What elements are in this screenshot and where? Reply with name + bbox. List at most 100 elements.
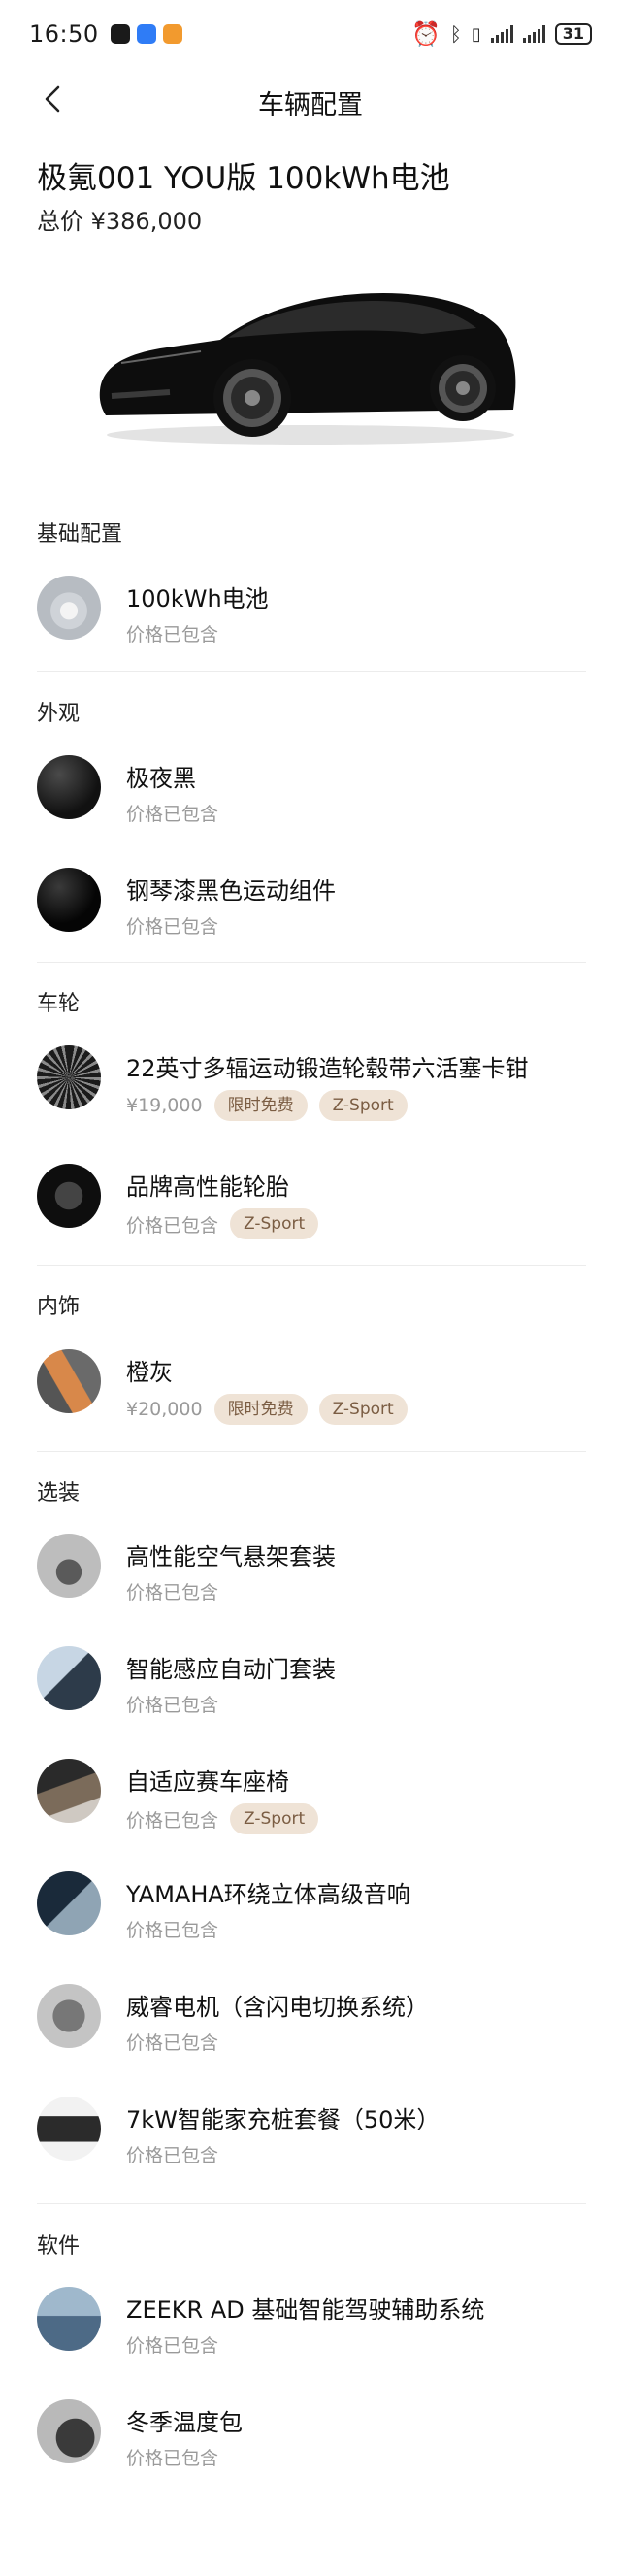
config-item-price: 价格已包含 bbox=[126, 1582, 219, 1603]
config-item-meta: 价格已包含 Z-Sport bbox=[126, 1208, 319, 1239]
config-item: YAMAHA环绕立体高级音响价格已包含 bbox=[37, 1871, 590, 1959]
config-thumbnail bbox=[37, 1984, 101, 2048]
config-item-price: 价格已包含 bbox=[126, 2145, 219, 2166]
config-item-meta: 价格已包含 bbox=[126, 1691, 218, 1717]
config-item: 橙灰 ¥20,000 限时免费 Z-Sport bbox=[37, 1349, 590, 1437]
config-tag-badge: Z-Sport bbox=[230, 1803, 319, 1834]
signal-icon bbox=[490, 25, 513, 43]
section-header: 内饰 bbox=[37, 1295, 81, 1319]
car-image bbox=[99, 293, 516, 445]
config-item: 高性能空气悬架套装价格已包含 bbox=[37, 1534, 590, 1621]
section-header: 选装 bbox=[37, 1481, 81, 1505]
status-indicators: ⏰ ᛒ ▯ 31 bbox=[411, 20, 592, 48]
config-item-meta: 价格已包含 bbox=[126, 1578, 218, 1604]
config-item-meta: 价格已包含 bbox=[126, 2444, 218, 2470]
app-notification-icon bbox=[110, 24, 130, 44]
vibrate-icon: ▯ bbox=[471, 23, 481, 45]
config-thumbnail bbox=[37, 755, 101, 819]
battery-icon: 31 bbox=[554, 23, 592, 45]
config-item: 100kWh电池 价格已包含 bbox=[37, 576, 590, 663]
config-thumbnail bbox=[37, 2287, 101, 2351]
car-model-name: 极氪001 YOU版 100kWh电池 bbox=[37, 161, 450, 196]
config-item-name: 威睿电机（含闪电切换系统） bbox=[126, 1994, 429, 2021]
config-item-name: 智能感应自动门套装 bbox=[126, 1656, 336, 1683]
config-thumbnail bbox=[37, 2097, 101, 2161]
config-item-name: 冬季温度包 bbox=[126, 2409, 243, 2436]
config-item-name: 极夜黑 bbox=[126, 765, 196, 792]
config-item-price: 价格已包含 bbox=[126, 624, 219, 645]
config-item-price: 价格已包含 bbox=[126, 2032, 219, 2054]
config-item-meta: 价格已包含 bbox=[126, 912, 218, 939]
config-item-meta: ¥20,000 限时免费 Z-Sport bbox=[126, 1394, 408, 1425]
app-notification-icon bbox=[162, 24, 182, 44]
config-item-meta: 价格已包含 bbox=[126, 1916, 218, 1942]
config-item-price: 价格已包含 bbox=[126, 804, 219, 825]
config-thumbnail bbox=[37, 576, 101, 640]
section-divider bbox=[37, 1451, 586, 1452]
config-item-name: ZEEKR AD 基础智能驾驶辅助系统 bbox=[126, 2296, 485, 2324]
config-item-meta: ¥19,000 限时免费 Z-Sport bbox=[126, 1090, 408, 1121]
config-item-price: 价格已包含 bbox=[126, 2448, 219, 2469]
config-item-name: 钢琴漆黑色运动组件 bbox=[126, 877, 336, 905]
section-divider bbox=[37, 1265, 586, 1266]
config-item: 22英寸多辐运动锻造轮毂带六活塞卡钳 ¥19,000 限时免费 Z-Sport bbox=[37, 1045, 590, 1133]
section-divider bbox=[37, 962, 586, 963]
config-item: 冬季温度包价格已包含 bbox=[37, 2399, 590, 2487]
config-item-meta: 价格已包含 bbox=[126, 2331, 218, 2358]
config-item-price: 价格已包含 bbox=[126, 1920, 219, 1941]
config-item-meta: 价格已包含 bbox=[126, 2141, 218, 2167]
config-thumbnail bbox=[37, 1871, 101, 1935]
config-item-price: 价格已包含 bbox=[126, 1809, 219, 1832]
config-item-price: ¥19,000 bbox=[126, 1095, 203, 1116]
config-item-meta: 价格已包含 bbox=[126, 620, 218, 646]
config-item: 极夜黑 价格已包含 bbox=[37, 755, 590, 842]
config-thumbnail bbox=[37, 1045, 101, 1109]
config-tag-badge: Z-Sport bbox=[318, 1090, 408, 1121]
section-header: 软件 bbox=[37, 2234, 81, 2259]
config-tag-badge: Z-Sport bbox=[318, 1394, 408, 1425]
config-item: 威睿电机（含闪电切换系统） 价格已包含 bbox=[37, 1984, 590, 2071]
config-item-meta: 价格已包含 bbox=[126, 800, 218, 826]
config-item-name: 22英寸多辐运动锻造轮毂带六活塞卡钳 bbox=[126, 1055, 529, 1082]
section-divider bbox=[37, 671, 586, 672]
config-thumbnail bbox=[37, 1534, 101, 1598]
config-item-name: 品牌高性能轮胎 bbox=[126, 1173, 289, 1201]
config-item-price: 价格已包含 bbox=[126, 1214, 219, 1237]
config-thumbnail bbox=[37, 2399, 101, 2463]
status-time: 16:50 bbox=[29, 20, 99, 48]
config-item: 自适应赛车座椅价格已包含 Z-Sport bbox=[37, 1759, 590, 1846]
total-price: 总价 ¥386,000 bbox=[37, 208, 203, 235]
config-item-name: 自适应赛车座椅 bbox=[126, 1768, 289, 1796]
config-thumbnail bbox=[37, 1646, 101, 1710]
config-item-price: 价格已包含 bbox=[126, 1695, 219, 1716]
config-item-meta: 价格已包含 bbox=[126, 2029, 218, 2055]
config-item-name: 7kW智能家充桩套餐（50米） bbox=[126, 2106, 441, 2133]
section-header: 外观 bbox=[37, 702, 81, 726]
config-item: ZEEKR AD 基础智能驾驶辅助系统 价格已包含 bbox=[37, 2287, 590, 2374]
config-item-price: ¥20,000 bbox=[126, 1399, 203, 1420]
config-item-price: 价格已包含 bbox=[126, 916, 219, 938]
config-item: 钢琴漆黑色运动组件价格已包含 bbox=[37, 868, 590, 955]
config-item: 7kW智能家充桩套餐（50米） 价格已包含 bbox=[37, 2097, 590, 2184]
section-divider bbox=[37, 2203, 586, 2204]
config-item-name: 橙灰 bbox=[126, 1359, 173, 1386]
app-notification-icon bbox=[136, 24, 156, 44]
bluetooth-icon: ᛒ bbox=[449, 22, 462, 46]
config-item-name: 高性能空气悬架套装 bbox=[126, 1543, 336, 1570]
config-thumbnail bbox=[37, 868, 101, 932]
signal-icon bbox=[522, 25, 545, 43]
config-tag-badge: 限时免费 bbox=[213, 1090, 308, 1121]
nav-bar: 车辆配置 bbox=[0, 68, 621, 132]
section-header: 车轮 bbox=[37, 992, 81, 1016]
status-bar: 16:50 ⏰ ᛒ ▯ 31 bbox=[0, 0, 621, 68]
alarm-icon: ⏰ bbox=[410, 20, 441, 48]
config-tag-badge: Z-Sport bbox=[230, 1208, 319, 1239]
notification-icons bbox=[110, 24, 182, 44]
config-item: 品牌高性能轮胎价格已包含 Z-Sport bbox=[37, 1164, 590, 1251]
config-thumbnail bbox=[37, 1759, 101, 1823]
section-header: 基础配置 bbox=[37, 522, 123, 546]
config-item-meta: 价格已包含 Z-Sport bbox=[126, 1803, 319, 1834]
config-item: 智能感应自动门套装价格已包含 bbox=[37, 1646, 590, 1734]
config-item-name: YAMAHA环绕立体高级音响 bbox=[126, 1881, 410, 1908]
page-title: 车辆配置 bbox=[258, 90, 363, 120]
